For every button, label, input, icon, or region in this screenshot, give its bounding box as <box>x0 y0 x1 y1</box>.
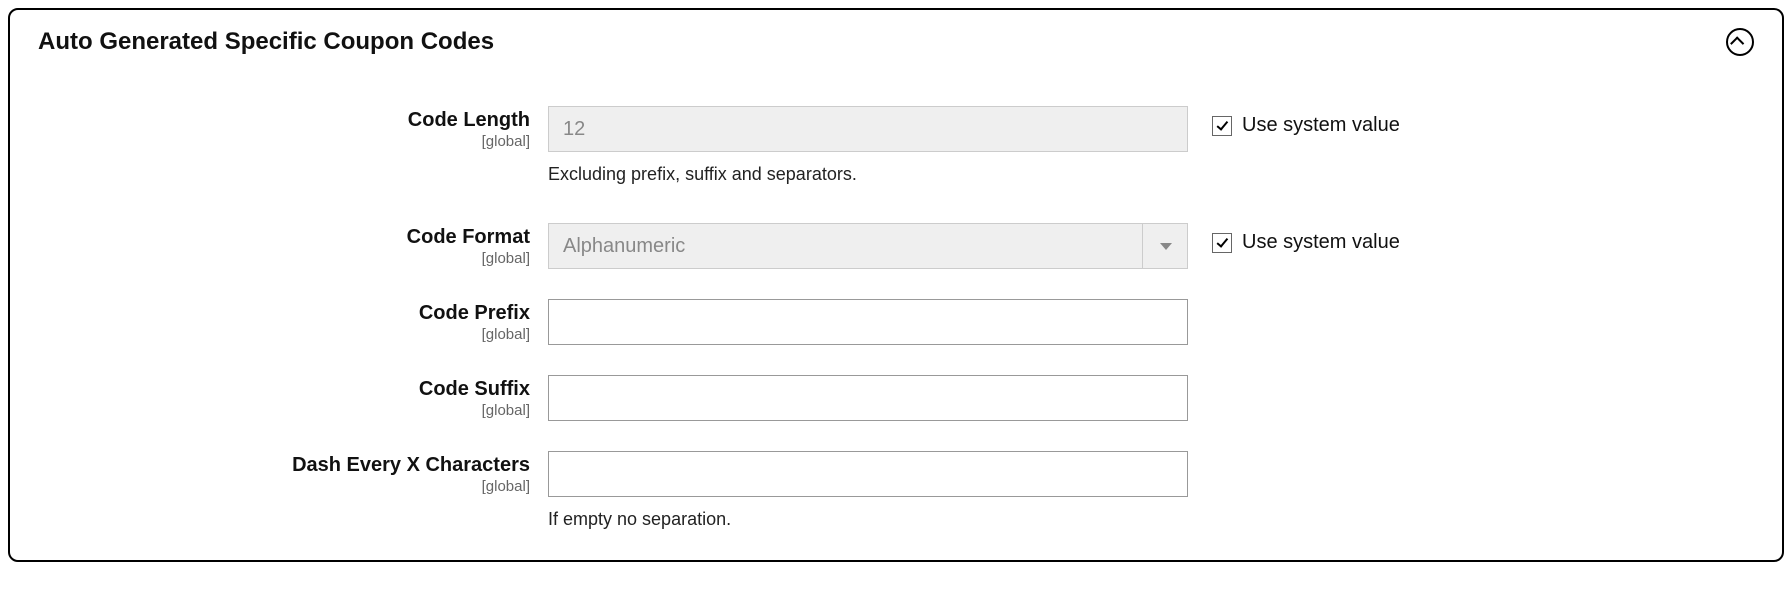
row-code-suffix: Code Suffix [global] <box>38 375 1754 421</box>
code-length-use-system-checkbox[interactable] <box>1212 116 1232 136</box>
coupon-codes-panel: Auto Generated Specific Coupon Codes Cod… <box>8 8 1784 562</box>
code-suffix-scope: [global] <box>38 402 530 419</box>
collapse-toggle-button[interactable] <box>1726 28 1754 56</box>
label-col: Code Suffix [global] <box>38 375 548 419</box>
code-length-input <box>548 106 1188 152</box>
code-format-use-system-label[interactable]: Use system value <box>1242 231 1400 254</box>
meta-col: Use system value <box>1188 223 1400 254</box>
code-length-use-system-label[interactable]: Use system value <box>1242 114 1400 137</box>
code-length-scope: [global] <box>38 133 530 150</box>
row-dash-every: Dash Every X Characters [global] If empt… <box>38 451 1754 530</box>
panel-header: Auto Generated Specific Coupon Codes <box>38 28 1754 56</box>
label-col: Code Prefix [global] <box>38 299 548 343</box>
input-col: Excluding prefix, suffix and separators. <box>548 106 1188 185</box>
row-code-length: Code Length [global] Excluding prefix, s… <box>38 106 1754 185</box>
panel-title: Auto Generated Specific Coupon Codes <box>38 28 494 56</box>
checkmark-icon <box>1216 118 1228 130</box>
input-col: If empty no separation. <box>548 451 1188 530</box>
code-length-label: Code Length <box>38 108 530 132</box>
label-col: Dash Every X Characters [global] <box>38 451 548 495</box>
input-col <box>548 375 1188 421</box>
code-format-label: Code Format <box>38 225 530 249</box>
checkmark-icon <box>1216 235 1228 247</box>
dash-every-label: Dash Every X Characters <box>38 453 530 477</box>
dash-every-input[interactable] <box>548 451 1188 497</box>
chevron-up-icon <box>1730 36 1744 50</box>
label-col: Code Format [global] <box>38 223 548 267</box>
label-col: Code Length [global] <box>38 106 548 150</box>
meta-col: Use system value <box>1188 106 1400 137</box>
meta-col <box>1188 299 1212 307</box>
dash-every-scope: [global] <box>38 478 530 495</box>
row-code-prefix: Code Prefix [global] <box>38 299 1754 345</box>
code-format-select <box>548 223 1188 269</box>
code-prefix-scope: [global] <box>38 326 530 343</box>
code-format-select-wrap <box>548 223 1188 269</box>
code-prefix-label: Code Prefix <box>38 301 530 325</box>
code-suffix-input[interactable] <box>548 375 1188 421</box>
meta-col <box>1188 451 1212 459</box>
code-format-use-system-checkbox[interactable] <box>1212 233 1232 253</box>
code-format-scope: [global] <box>38 250 530 267</box>
input-col <box>548 299 1188 345</box>
code-prefix-input[interactable] <box>548 299 1188 345</box>
code-suffix-label: Code Suffix <box>38 377 530 401</box>
meta-col <box>1188 375 1212 383</box>
form-area: Code Length [global] Excluding prefix, s… <box>38 106 1754 530</box>
row-code-format: Code Format [global] Use system value <box>38 223 1754 269</box>
input-col <box>548 223 1188 269</box>
dash-every-helper: If empty no separation. <box>548 509 1188 530</box>
code-length-helper: Excluding prefix, suffix and separators. <box>548 164 1188 185</box>
